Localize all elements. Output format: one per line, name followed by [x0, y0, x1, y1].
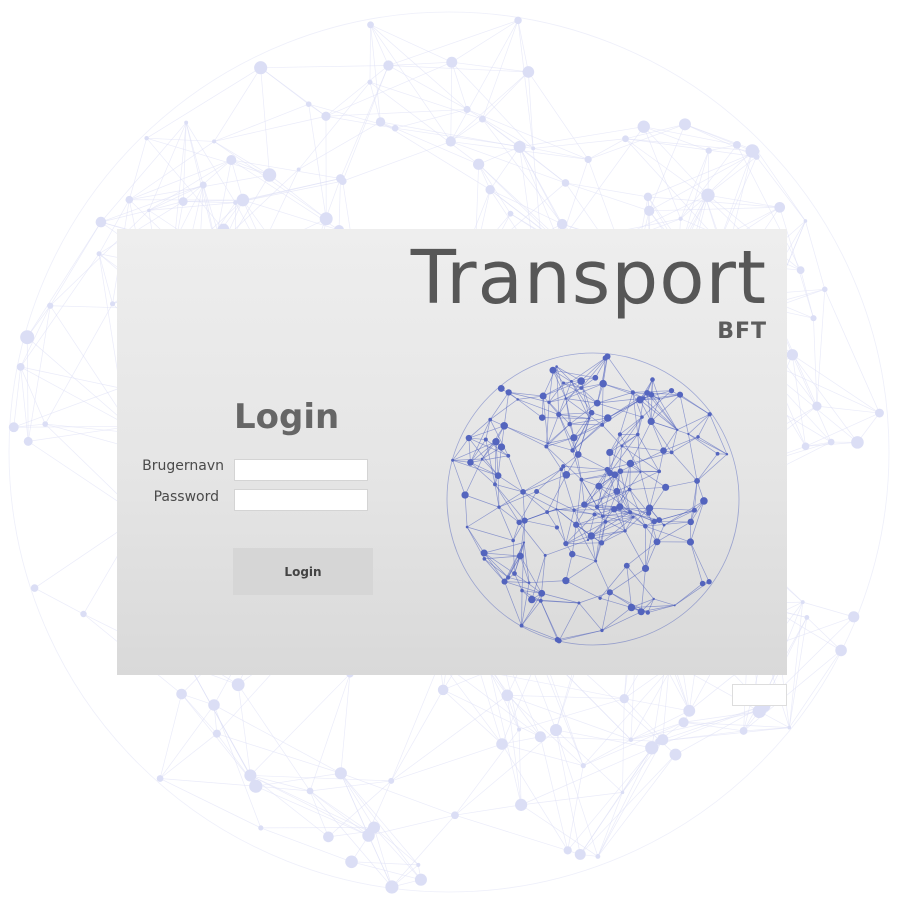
login-button[interactable]: Login: [233, 548, 373, 595]
username-label: Brugernavn: [142, 458, 224, 474]
password-label: Password: [153, 489, 219, 505]
password-input[interactable]: [234, 489, 368, 511]
username-input[interactable]: [234, 459, 368, 481]
login-panel: Transport BFT Login Brugernavn Password …: [117, 229, 787, 675]
network-globe-image: [446, 352, 740, 646]
login-heading: Login: [234, 397, 340, 437]
app-subtitle: BFT: [717, 319, 767, 344]
small-blank-box: [732, 684, 787, 706]
app-title: Transport: [410, 235, 767, 321]
